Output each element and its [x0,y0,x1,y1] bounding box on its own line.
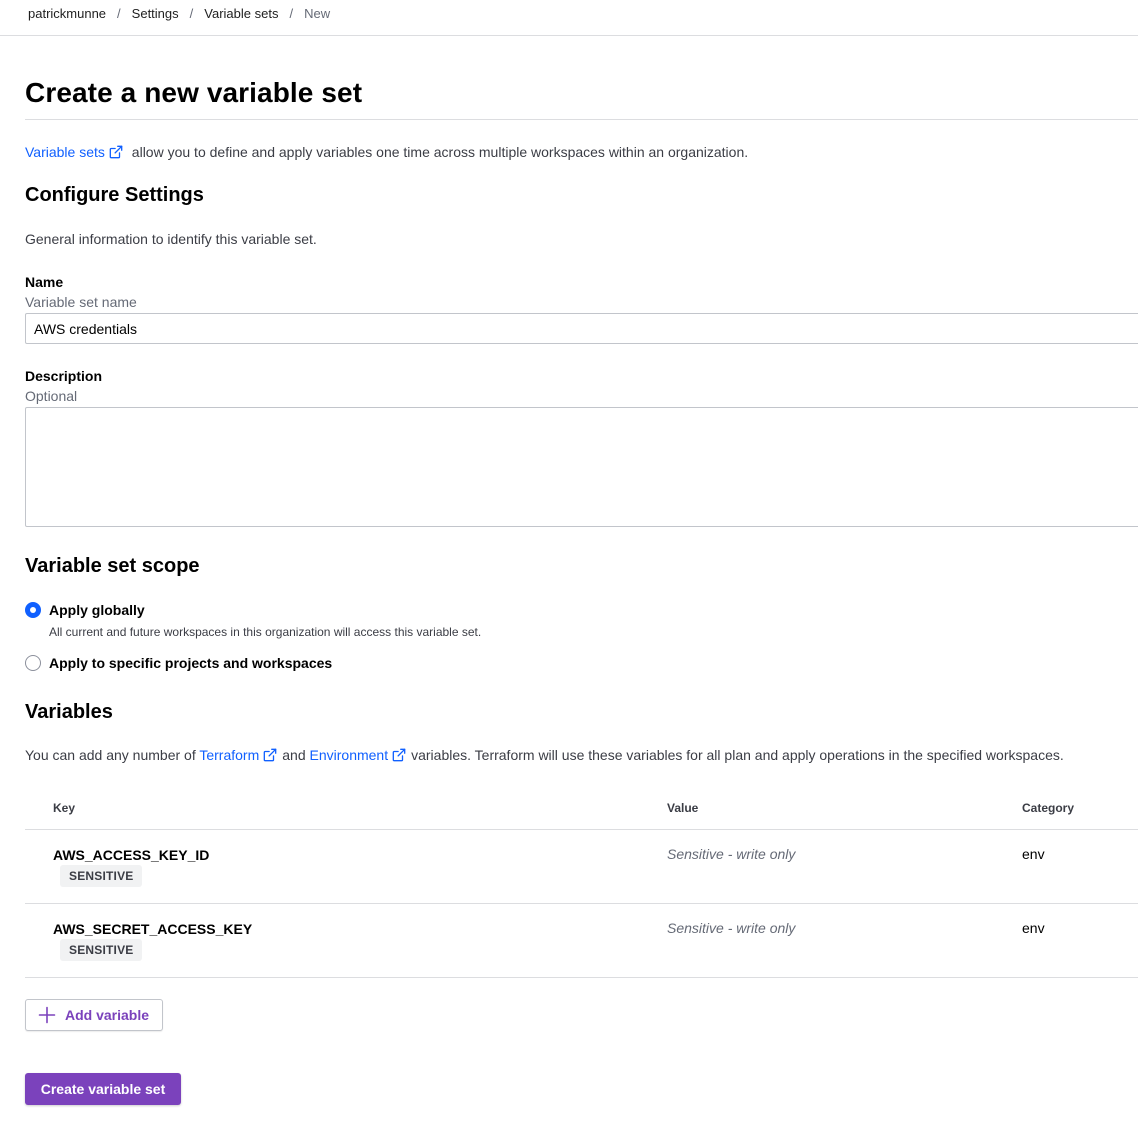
sensitive-badge: SENSITIVE [60,865,143,887]
variables-help-suffix: variables. Terraform will use these vari… [411,747,1064,763]
apply-specific-label[interactable]: Apply to specific projects and workspace… [49,655,332,671]
breadcrumb: patrickmunne / Settings / Variable sets … [28,5,330,21]
add-variable-button[interactable]: Add variable [25,999,163,1031]
variable-value: Sensitive - write only [667,846,796,862]
description-label: Description [25,368,103,384]
environment-doc-link[interactable]: Environment [310,747,412,763]
breadcrumb-separator: / [117,5,121,21]
apply-globally-help: All current and future workspaces in thi… [49,625,482,639]
topbar-divider [0,35,1138,36]
variable-sets-doc-link-label: Variable sets [25,144,105,160]
variable-sets-doc-link[interactable]: Variable sets [25,144,128,160]
variables-help: You can add any number of Terraform and E… [25,747,1064,763]
variable-key: AWS_ACCESS_KEY_ID [53,847,210,863]
column-header-key: Key [53,801,76,815]
variables-help-and: and [282,747,310,763]
sensitive-badge: SENSITIVE [60,939,143,961]
variable-category: env [1022,846,1045,862]
create-variable-set-button[interactable]: Create variable set [25,1073,181,1105]
variable-category: env [1022,920,1045,936]
page-title: Create a new variable set [25,77,363,108]
name-input[interactable] [25,313,1138,344]
title-divider [25,119,1138,120]
variable-set-scope-heading: Variable set scope [25,555,200,577]
name-label: Name [25,274,64,290]
external-link-icon [109,145,123,159]
breadcrumb-separator: / [289,5,294,21]
apply-globally-label[interactable]: Apply globally [49,602,145,618]
description-hint: Optional [25,388,78,404]
variable-key: AWS_SECRET_ACCESS_KEY [53,921,253,937]
breadcrumb-variable-sets[interactable]: Variable sets [204,6,278,21]
column-header-value: Value [667,801,699,815]
apply-globally-radio[interactable] [25,602,41,618]
name-hint: Variable set name [25,294,137,310]
terraform-doc-link-label: Terraform [199,747,260,763]
variables-help-prefix: You can add any number of [25,747,200,763]
configure-settings-help: General information to identify this var… [25,231,317,247]
breadcrumb-current: New [304,5,331,21]
configure-settings-heading: Configure Settings [25,184,204,206]
table-row-divider [25,977,1138,978]
apply-specific-radio[interactable] [25,655,41,671]
environment-doc-link-label: Environment [309,747,389,763]
column-header-category: Category [1022,801,1075,815]
plus-icon [38,1006,56,1024]
variable-value: Sensitive - write only [667,920,796,936]
breadcrumb-settings[interactable]: Settings [132,6,179,21]
variables-heading: Variables [25,701,113,723]
external-link-icon [263,748,277,762]
add-variable-label: Add variable [65,1007,150,1023]
terraform-doc-link[interactable]: Terraform [199,747,282,763]
breadcrumb-org[interactable]: patrickmunne [28,6,106,21]
description-textarea[interactable] [25,407,1138,527]
intro-text: Variable sets allow you to define and ap… [25,144,748,160]
external-link-icon [392,748,406,762]
intro-description: allow you to define and apply variables … [127,144,749,160]
breadcrumb-separator: / [189,5,194,21]
table-header-divider [25,829,1138,830]
table-row-divider [25,903,1138,904]
